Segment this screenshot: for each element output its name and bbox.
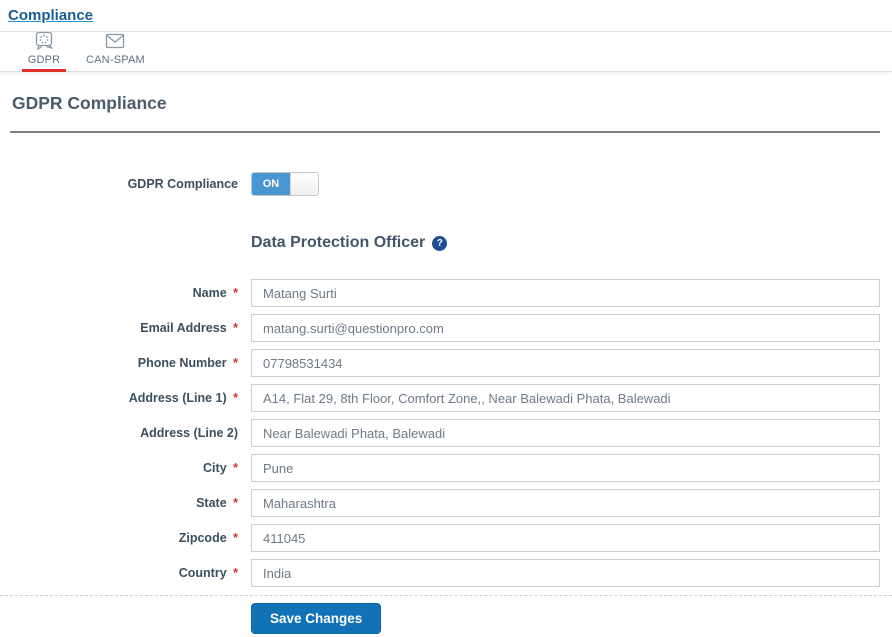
form-row: Phone Number *	[10, 349, 880, 377]
toggle-on-state: ON	[252, 173, 290, 195]
field-label: Country *	[10, 566, 238, 580]
field-label: Name *	[10, 286, 238, 300]
required-asterisk: *	[229, 531, 238, 545]
field-input-phone-number[interactable]	[251, 349, 880, 377]
field-label-text: Name	[192, 286, 227, 300]
field-input-name[interactable]	[251, 279, 880, 307]
form-row: Name *	[10, 279, 880, 307]
breadcrumb-compliance-link[interactable]: Compliance	[8, 7, 93, 24]
required-asterisk: *	[229, 566, 238, 580]
form-row: Zipcode *	[10, 524, 880, 552]
field-label: State *	[10, 496, 238, 510]
dpo-title-text: Data Protection Officer	[251, 234, 426, 251]
tab-gdpr-label: GDPR	[27, 54, 61, 66]
page-title: GDPR Compliance	[12, 93, 167, 113]
form-row: City *	[10, 454, 880, 482]
field-label-text: Phone Number	[137, 356, 227, 370]
title-divider	[10, 131, 880, 133]
save-row: Save Changes	[10, 603, 880, 634]
toggle-knob	[290, 173, 318, 195]
dpo-form: Name *Email Address *Phone Number *Addre…	[10, 279, 880, 587]
field-label: Email Address *	[10, 321, 238, 335]
save-changes-button[interactable]: Save Changes	[251, 603, 382, 634]
field-label-text: Address (Line 2)	[140, 426, 238, 440]
field-label-text: State	[196, 496, 227, 510]
field-input-city[interactable]	[251, 454, 880, 482]
envelope-icon	[103, 31, 127, 51]
required-asterisk: *	[229, 321, 238, 335]
field-label-text: Address (Line 1)	[128, 391, 227, 405]
field-input-zipcode[interactable]	[251, 524, 880, 552]
required-asterisk: *	[229, 286, 238, 300]
field-label-text: Email Address	[140, 321, 227, 335]
form-row: Country *	[10, 559, 880, 587]
field-label: City *	[10, 461, 238, 475]
form-row: Email Address *	[10, 314, 880, 342]
field-input-state[interactable]	[251, 489, 880, 517]
dpo-section-title: Data Protection Officer ?	[251, 234, 880, 252]
field-input-address-line-1[interactable]	[251, 384, 880, 412]
field-input-country[interactable]	[251, 559, 880, 587]
gdpr-badge-icon	[33, 31, 55, 51]
field-label: Phone Number *	[10, 356, 238, 370]
field-input-email-address[interactable]	[251, 314, 880, 342]
field-label: Zipcode *	[10, 531, 238, 545]
required-asterisk: *	[229, 391, 238, 405]
form-row: Address (Line 1) *	[10, 384, 880, 412]
form-row: Address (Line 2)	[10, 419, 880, 447]
tab-can-spam[interactable]: CAN-SPAM	[82, 32, 149, 71]
gdpr-settings-panel: GDPR Compliance GDPR Compliance ON Data …	[0, 93, 892, 634]
tab-can-spam-label: CAN-SPAM	[86, 54, 145, 66]
required-asterisk: *	[229, 496, 238, 510]
field-label-text: Zipcode	[178, 531, 227, 545]
breadcrumb: Compliance	[0, 0, 892, 31]
gdpr-toggle-row: GDPR Compliance ON	[10, 172, 880, 196]
field-input-address-line-2[interactable]	[251, 419, 880, 447]
field-label: Address (Line 1) *	[10, 391, 238, 405]
form-footer-divider	[0, 595, 892, 596]
tab-gdpr[interactable]: GDPR	[22, 31, 66, 72]
field-label-text: City	[203, 461, 227, 475]
gdpr-compliance-toggle[interactable]: ON	[251, 172, 319, 196]
required-asterisk: *	[229, 356, 238, 370]
form-row: State *	[10, 489, 880, 517]
required-asterisk: *	[229, 461, 238, 475]
question-circle-icon[interactable]: ?	[432, 235, 448, 251]
field-label: Address (Line 2)	[10, 426, 238, 440]
field-label-text: Country	[178, 566, 227, 580]
gdpr-toggle-label: GDPR Compliance	[127, 177, 238, 191]
compliance-tab-bar: GDPR CAN-SPAM	[0, 31, 892, 72]
dpo-heading-row: Data Protection Officer ?	[10, 234, 880, 252]
